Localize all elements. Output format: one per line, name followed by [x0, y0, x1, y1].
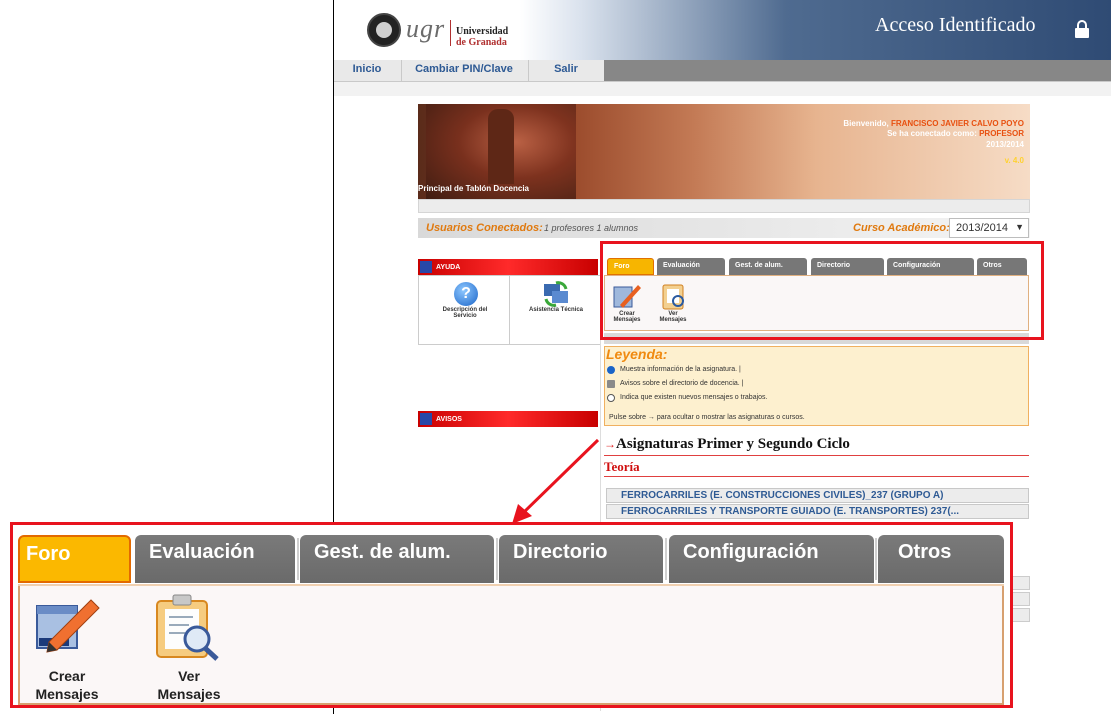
directory-icon: [607, 380, 615, 388]
subject-row-stub: [1010, 576, 1030, 590]
curso-value: 2013/2014: [956, 222, 1008, 234]
tab-evaluacion[interactable]: Evaluación: [135, 535, 295, 583]
nav-salir[interactable]: Salir: [530, 63, 602, 75]
curso-academico-label: Curso Académico:: [853, 222, 950, 234]
sub-bar: [334, 82, 1111, 96]
ayuda-panel-header: AYUDA: [418, 259, 598, 275]
user-name: FRANCISCO JAVIER CALVO POYO: [890, 119, 1024, 128]
role-prefix: Se ha conectado como:: [887, 129, 980, 138]
user-role: PROFESOR: [979, 129, 1024, 138]
asignaturas-title: Asignaturas Primer y Segundo Ciclo: [616, 436, 850, 452]
tab-divider: [875, 538, 877, 580]
avisos-panel-header: AVISOS: [418, 411, 598, 427]
tab-divider: [665, 538, 667, 580]
ayuda-divider: [509, 275, 510, 345]
leyenda-item: Avisos sobre el directorio de docencia. …: [620, 380, 744, 387]
tab-divider: [297, 538, 299, 580]
nav-divider: [528, 60, 529, 81]
logo-line1: Universidad: [456, 26, 509, 37]
university-seal-icon[interactable]: [367, 13, 401, 47]
role-text: Se ha conectado como: PROFESOR: [887, 129, 1024, 138]
curso-academico-select[interactable]: 2013/2014 ▼: [949, 218, 1029, 238]
info-bar: [418, 199, 1030, 213]
subject-row-stub: [1010, 592, 1030, 606]
leyenda-pulse-text: Pulse sobre → para ocultar o mostrar las…: [609, 414, 805, 421]
leyenda-item: Muestra información de la asignatura. |: [620, 366, 741, 373]
crear-mensajes-icon[interactable]: [33, 596, 103, 656]
subject-link[interactable]: FERROCARRILES (E. CONSTRUCCIONES CIVILES…: [606, 488, 1029, 503]
tab-divider: [496, 538, 498, 580]
banner-caption: Principal de Tablón Docencia: [418, 184, 529, 193]
heading-underline: [604, 455, 1029, 456]
tab-otros[interactable]: Otros: [878, 535, 1004, 583]
users-connected-label: Usuarios Conectados:: [426, 222, 543, 234]
ver-mensajes-icon[interactable]: [149, 593, 225, 663]
info-icon: [607, 366, 615, 374]
descripcion-servicio-link[interactable]: Descripción del Servicio: [435, 307, 495, 319]
expand-arrow-icon: →: [604, 437, 616, 451]
tab-foro[interactable]: Foro: [18, 535, 131, 583]
banner-tower-image: [488, 109, 514, 184]
help-question-icon[interactable]: ?: [454, 282, 478, 306]
welcome-text: Bienvenido, FRANCISCO JAVIER CALVO POYO: [843, 119, 1024, 128]
logo-separator: [450, 20, 451, 46]
crear-mensajes-label-line1[interactable]: Crear: [27, 668, 107, 684]
tab-directorio[interactable]: Directorio: [499, 535, 663, 583]
nav-bar-fill: [604, 60, 1111, 81]
nav-inicio[interactable]: Inicio: [336, 63, 398, 75]
tab-content-top-border: [18, 584, 1004, 586]
users-connected-counts: 1 profesores 1 alumnos: [544, 223, 639, 233]
new-messages-icon: [607, 394, 615, 402]
highlight-box-tabs: [600, 241, 1044, 340]
nav-cambiar-pin[interactable]: Cambiar PIN/Clave: [404, 63, 524, 75]
technical-support-icon[interactable]: [542, 281, 570, 307]
asistencia-tecnica-link[interactable]: Asistencia Técnica: [521, 307, 591, 313]
logo-line2: de Granada: [456, 37, 507, 48]
crear-mensajes-label-line2[interactable]: Mensajes: [27, 686, 107, 702]
asignaturas-heading[interactable]: →Asignaturas Primer y Segundo Ciclo: [604, 436, 850, 453]
nav-divider: [401, 60, 402, 81]
lock-icon: [1075, 20, 1089, 38]
welcome-prefix: Bienvenido,: [843, 119, 891, 128]
teoria-underline: [604, 476, 1029, 477]
subject-row-stub: [1010, 608, 1030, 622]
logo-ugr[interactable]: ugr: [406, 14, 445, 44]
teoria-heading: Teoría: [604, 459, 640, 474]
ayuda-icon: [420, 261, 432, 273]
avisos-icon: [420, 413, 432, 425]
ver-mensajes-label-line2[interactable]: Mensajes: [149, 686, 229, 702]
tab-gestion-alumnos[interactable]: Gest. de alum.: [300, 535, 494, 583]
subject-link[interactable]: FERROCARRILES Y TRANSPORTE GUIADO (E. TR…: [606, 504, 1029, 519]
banner-version: v. 4.0: [1004, 156, 1024, 165]
leyenda-item: Indica que existen nuevos mensajes o tra…: [620, 394, 768, 401]
acceso-identificado-title: Acceso Identificado: [875, 14, 1036, 36]
ver-mensajes-label-line1[interactable]: Ver: [149, 668, 229, 684]
tab-configuracion[interactable]: Configuración: [669, 535, 874, 583]
banner-year: 2013/2014: [986, 140, 1024, 149]
chevron-down-icon: ▼: [1015, 222, 1024, 232]
leyenda-title: Leyenda:: [606, 346, 668, 362]
